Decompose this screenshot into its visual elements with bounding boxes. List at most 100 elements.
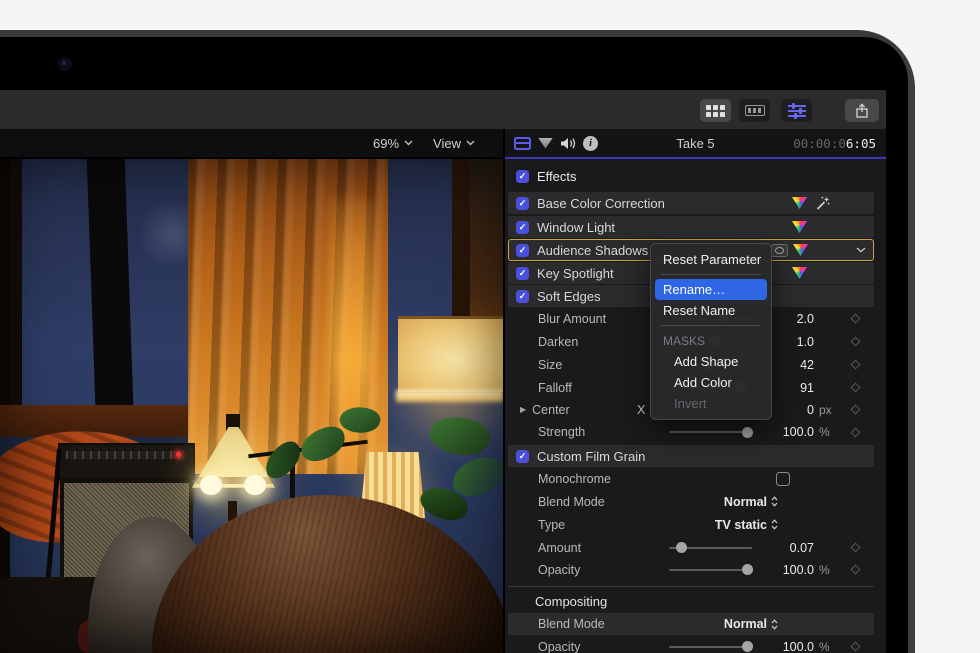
viewer-toolbar: 69% View bbox=[0, 129, 503, 157]
param-unit: % bbox=[819, 639, 830, 653]
opacity-slider[interactable] bbox=[669, 564, 754, 575]
video-viewer-canvas[interactable] bbox=[0, 159, 503, 653]
check-icon: ✓ bbox=[518, 221, 527, 232]
effect-context-menu: Reset Parameter Rename… Reset Name MASKS… bbox=[650, 243, 772, 420]
check-icon: ✓ bbox=[518, 244, 527, 255]
sliders-icon bbox=[787, 103, 806, 119]
menu-item-add-color[interactable]: Add Color bbox=[651, 372, 771, 393]
view-menu-dropdown[interactable]: View bbox=[433, 136, 475, 151]
param-label: Center bbox=[532, 402, 570, 417]
share-button[interactable] bbox=[845, 99, 879, 122]
check-icon: ✓ bbox=[518, 170, 527, 181]
timecode-bright: 6:05 bbox=[845, 135, 876, 151]
color-board-icon[interactable] bbox=[793, 244, 808, 256]
type-popup[interactable]: TV static bbox=[715, 518, 778, 532]
timecode-dim: 00:00:0 bbox=[793, 135, 846, 151]
menu-item-add-shape[interactable]: Add Shape bbox=[651, 351, 771, 372]
effect-label: Audience Shadows bbox=[537, 242, 649, 258]
section-divider bbox=[508, 586, 874, 587]
effect-row-window-light[interactable]: ✓ Window Light bbox=[508, 216, 874, 238]
param-label: Opacity bbox=[538, 639, 581, 653]
effect-label: Window Light bbox=[537, 219, 616, 235]
magic-wand-icon[interactable] bbox=[815, 196, 830, 211]
effect-checkbox[interactable]: ✓ bbox=[516, 196, 529, 210]
color-board-icon[interactable] bbox=[792, 221, 807, 233]
popup-value: TV static bbox=[714, 517, 767, 532]
view-menu-label: View bbox=[433, 135, 461, 151]
effect-label: Custom Film Grain bbox=[537, 448, 646, 464]
menu-item-rename[interactable]: Rename… bbox=[655, 279, 767, 300]
timeline-toggle-button[interactable] bbox=[739, 99, 770, 122]
effect-checkbox[interactable]: ✓ bbox=[516, 266, 529, 280]
param-row-monochrome: Monochrome bbox=[508, 468, 874, 489]
filmstrip-icon bbox=[744, 105, 765, 116]
effect-row-custom-film-grain[interactable]: ✓ Custom Film Grain bbox=[508, 445, 874, 467]
keyframe-diamond-icon[interactable] bbox=[850, 313, 860, 324]
param-row-strength: Strength 100.0 % bbox=[508, 422, 874, 442]
param-value[interactable]: 0.07 bbox=[752, 541, 814, 555]
param-label: Monochrome bbox=[538, 471, 611, 486]
effect-checkbox[interactable]: ✓ bbox=[516, 449, 529, 463]
keyframe-diamond-icon[interactable] bbox=[850, 542, 860, 553]
strength-slider[interactable] bbox=[669, 426, 754, 438]
effect-checkbox[interactable]: ✓ bbox=[516, 220, 529, 234]
keyframe-diamond-icon[interactable] bbox=[850, 336, 860, 347]
slider-thumb[interactable] bbox=[675, 542, 687, 553]
param-label: Type bbox=[538, 517, 566, 532]
page: 69% View i Take 5 00:00:06:05 ✓ Effects … bbox=[0, 0, 980, 653]
menu-item-reset-name[interactable]: Reset Name bbox=[651, 300, 771, 321]
check-icon: ✓ bbox=[518, 290, 527, 301]
zoom-level-value: 69% bbox=[373, 135, 400, 151]
keyframe-diamond-icon[interactable] bbox=[850, 427, 860, 437]
param-label: Strength bbox=[538, 425, 586, 439]
check-icon: ✓ bbox=[518, 267, 527, 278]
shape-mask-icon[interactable] bbox=[771, 243, 788, 257]
effect-checkbox[interactable]: ✓ bbox=[516, 289, 529, 303]
color-board-icon[interactable] bbox=[792, 267, 807, 279]
param-unit: % bbox=[819, 425, 830, 439]
disclosure-triangle-icon[interactable]: ▶ bbox=[520, 405, 526, 414]
inspector-header: i Take 5 00:00:06:05 bbox=[505, 129, 886, 157]
monochrome-checkbox[interactable] bbox=[776, 471, 790, 486]
keyframe-diamond-icon[interactable] bbox=[850, 641, 860, 652]
color-board-icon[interactable] bbox=[792, 197, 807, 209]
popup-chevrons-icon bbox=[771, 496, 778, 507]
effect-checkbox[interactable]: ✓ bbox=[516, 243, 529, 257]
keyframe-diamond-icon[interactable] bbox=[850, 404, 860, 415]
param-row-type: Type TV static bbox=[508, 514, 874, 535]
slider-thumb[interactable] bbox=[742, 426, 754, 438]
popup-chevrons-icon bbox=[771, 618, 778, 630]
effects-checkbox[interactable]: ✓ bbox=[516, 169, 529, 183]
param-value[interactable]: 100.0 bbox=[752, 640, 814, 653]
menu-separator bbox=[661, 325, 761, 326]
blend-mode-popup[interactable]: Normal bbox=[724, 495, 778, 509]
axis-x-label: X bbox=[637, 402, 646, 417]
param-value[interactable]: 100.0 bbox=[752, 425, 814, 439]
param-label: Blend Mode bbox=[538, 494, 605, 509]
effect-row-base-color-correction[interactable]: ✓ Base Color Correction bbox=[508, 192, 874, 214]
param-value[interactable]: 100.0 bbox=[752, 563, 814, 577]
compositing-blend-mode-popup[interactable]: Normal bbox=[724, 617, 778, 631]
inspector-toggle-button[interactable] bbox=[781, 99, 812, 122]
menu-item-reset-parameter[interactable]: Reset Parameter bbox=[651, 249, 771, 270]
param-label: Opacity bbox=[538, 562, 581, 577]
check-icon: ✓ bbox=[518, 197, 527, 208]
check-icon: ✓ bbox=[518, 450, 527, 461]
param-label: Falloff bbox=[538, 380, 572, 395]
camera-dot bbox=[58, 57, 72, 71]
keyframe-diamond-icon[interactable] bbox=[850, 382, 860, 393]
slider-thumb[interactable] bbox=[742, 564, 754, 575]
menu-separator bbox=[661, 274, 761, 275]
browser-toggle-button[interactable] bbox=[700, 99, 731, 122]
amount-slider[interactable] bbox=[669, 542, 752, 553]
keyframe-diamond-icon[interactable] bbox=[850, 564, 860, 575]
compositing-opacity-slider[interactable] bbox=[669, 641, 754, 652]
keyframe-diamond-icon[interactable] bbox=[850, 359, 860, 370]
zoom-level-dropdown[interactable]: 69% bbox=[373, 136, 413, 151]
param-label: Size bbox=[538, 357, 563, 372]
popup-value: Normal bbox=[723, 494, 767, 509]
slider-thumb[interactable] bbox=[742, 641, 754, 652]
grid-icon bbox=[706, 104, 725, 117]
compositing-section-header: Compositing bbox=[508, 591, 874, 611]
chevron-down-icon[interactable] bbox=[856, 247, 866, 253]
